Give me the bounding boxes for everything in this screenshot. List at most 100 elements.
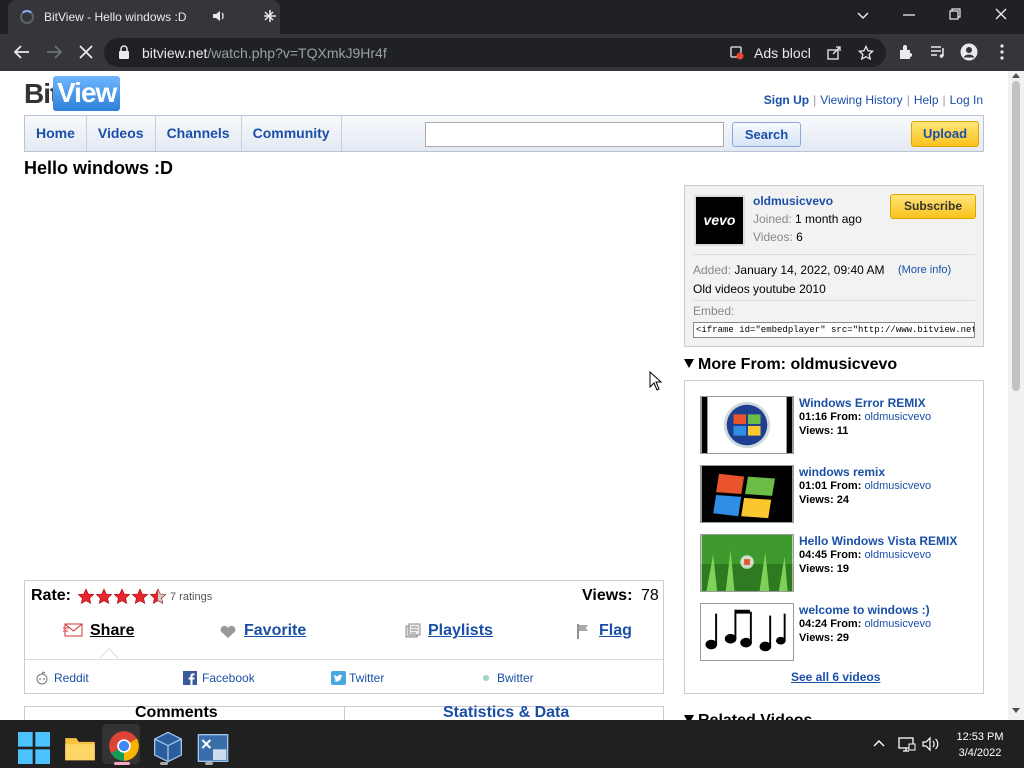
tab-search-icon[interactable] (856, 6, 870, 24)
more-menu-icon[interactable] (994, 43, 1010, 61)
scroll-up-arrow-icon[interactable] (1012, 73, 1020, 78)
video-thumbnail[interactable] (700, 603, 794, 661)
video-title-link[interactable]: Hello Windows Vista REMIX (799, 534, 957, 548)
ads-blocked-label[interactable]: Ads blocl (754, 45, 811, 61)
channel-info-box: vevo oldmusicvevo Joined: 1 month ago Vi… (684, 185, 984, 347)
viewing-history-link[interactable]: Viewing History (820, 93, 902, 107)
windows-start-icon[interactable] (18, 732, 50, 764)
channel-name-link[interactable]: oldmusicvevo (753, 194, 833, 208)
speaker-icon[interactable] (212, 9, 226, 23)
scrollbar-thumb[interactable] (1012, 81, 1020, 391)
url-text[interactable]: bitview.net/watch.php?v=TQXmkJ9Hr4f (142, 45, 387, 61)
windows-taskbar: 12:53 PM 3/4/2022 (0, 720, 1024, 768)
volume-icon[interactable] (922, 736, 940, 752)
share-icon[interactable] (826, 45, 842, 61)
video-thumbnail[interactable] (700, 465, 794, 523)
page-scrollbar[interactable] (1008, 71, 1024, 720)
subscribe-button[interactable]: Subscribe (890, 194, 976, 219)
channel-link[interactable]: oldmusicvevo (864, 411, 931, 423)
bookmark-star-icon[interactable] (858, 45, 874, 61)
upload-button[interactable]: Upload (911, 121, 979, 147)
more-info-link[interactable]: (More info) (898, 264, 951, 276)
rating-stars[interactable] (77, 588, 169, 606)
video-title-link[interactable]: windows remix (799, 465, 885, 479)
forward-icon[interactable] (45, 43, 63, 61)
nav-videos[interactable]: Videos (87, 116, 156, 151)
nav-channels[interactable]: Channels (156, 116, 242, 151)
more-from-list: Windows Error REMIX 01:16 From: oldmusic… (684, 380, 984, 694)
actions-divider (25, 659, 663, 660)
lock-icon[interactable] (118, 45, 130, 59)
bwitter-icon[interactable] (481, 673, 491, 683)
rate-label: Rate: (31, 587, 72, 604)
embed-code-field[interactable]: <iframe id="embedplayer" src="http://www… (693, 322, 975, 338)
list-item[interactable]: welcome to windows :) 04:24 From: oldmus… (700, 603, 980, 663)
nav-community[interactable]: Community (242, 116, 342, 151)
close-window-icon[interactable] (994, 6, 1008, 24)
video-title-link[interactable]: Windows Error REMIX (799, 396, 926, 410)
list-item[interactable]: Hello Windows Vista REMIX 04:45 From: ol… (700, 534, 980, 594)
search-button[interactable]: Search (732, 122, 801, 147)
restore-icon[interactable] (948, 6, 962, 24)
star-1-icon (77, 588, 95, 604)
channel-avatar[interactable]: vevo (694, 195, 745, 246)
extensions-icon[interactable] (897, 43, 915, 61)
bwitter-link[interactable]: Bwitter (497, 671, 534, 685)
share-button[interactable]: Share (90, 622, 134, 640)
twitter-icon[interactable] (331, 671, 346, 685)
system-clock[interactable]: 12:53 PM 3/4/2022 (950, 729, 1010, 761)
facebook-link[interactable]: Facebook (202, 671, 255, 685)
ads-blocked-icon[interactable] (730, 46, 744, 60)
heart-icon[interactable] (219, 625, 237, 639)
statistics-tab[interactable]: Statistics & Data (443, 704, 569, 720)
nav-home[interactable]: Home (25, 116, 87, 151)
reddit-link[interactable]: Reddit (54, 671, 89, 685)
search-input[interactable] (425, 122, 724, 147)
related-videos-header[interactable]: Related Videos (684, 712, 812, 720)
see-all-videos-link[interactable]: See all 6 videos (791, 670, 880, 684)
scroll-down-arrow-icon[interactable] (1012, 708, 1020, 713)
video-thumbnail[interactable] (700, 534, 794, 592)
flag-icon[interactable] (576, 623, 592, 639)
media-control-icon[interactable] (929, 43, 947, 61)
new-tab-icon[interactable] (262, 8, 278, 24)
profile-icon[interactable] (960, 43, 978, 61)
share-envelope-icon[interactable] (63, 623, 83, 637)
clock-time: 12:53 PM (956, 731, 1004, 743)
favorite-button[interactable]: Favorite (244, 622, 306, 640)
video-description: Old videos youtube 2010 (693, 282, 826, 296)
video-thumbnail[interactable] (700, 396, 794, 454)
playlists-button[interactable]: Playlists (428, 622, 493, 640)
list-item[interactable]: windows remix 01:01 From: oldmusicvevo V… (700, 465, 980, 525)
channel-link[interactable]: oldmusicvevo (864, 480, 931, 492)
log-in-link[interactable]: Log In (950, 93, 983, 107)
twitter-link[interactable]: Twitter (349, 671, 384, 685)
channel-joined: Joined: 1 month ago (753, 212, 862, 226)
video-title-link[interactable]: welcome to windows :) (799, 603, 930, 617)
comments-tab[interactable]: Comments (135, 704, 218, 720)
virtualbox-icon[interactable] (152, 731, 184, 763)
address-bar[interactable]: bitview.net/watch.php?v=TQXmkJ9Hr4f Ads … (104, 38, 886, 67)
flag-button[interactable]: Flag (599, 622, 632, 640)
minimize-icon[interactable] (902, 6, 916, 24)
browser-tab[interactable]: BitView - Hello windows :D (8, 0, 280, 34)
chrome-icon[interactable] (108, 730, 140, 762)
video-meta: 04:45 From: oldmusicvevo (799, 549, 932, 561)
star-5-half-icon (149, 588, 167, 604)
show-hidden-icons-icon[interactable] (872, 736, 886, 750)
sign-up-link[interactable]: Sign Up (764, 93, 809, 107)
channel-link[interactable]: oldmusicvevo (864, 549, 931, 561)
playlist-icon[interactable] (405, 623, 423, 639)
more-from-header[interactable]: More From: oldmusicvevo (684, 356, 897, 374)
facebook-icon[interactable] (183, 671, 197, 685)
back-icon[interactable] (13, 43, 31, 61)
file-explorer-icon[interactable] (64, 732, 96, 764)
channel-link[interactable]: oldmusicvevo (864, 618, 931, 630)
reddit-icon[interactable] (35, 671, 49, 685)
help-link[interactable]: Help (914, 93, 939, 107)
network-icon[interactable] (898, 736, 916, 752)
views-count: 78 (641, 587, 659, 604)
vista-vm-icon[interactable] (197, 732, 229, 764)
list-item[interactable]: Windows Error REMIX 01:16 From: oldmusic… (700, 396, 980, 456)
stop-loading-icon[interactable] (77, 43, 95, 61)
